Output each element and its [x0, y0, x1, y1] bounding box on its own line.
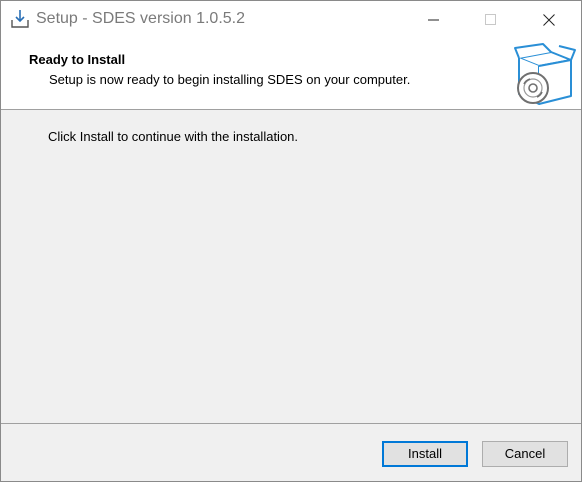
install-button[interactable]: Install: [382, 441, 468, 467]
close-icon: [543, 14, 555, 26]
page-title: Ready to Install: [29, 52, 126, 67]
title-bar[interactable]: Setup - SDES version 1.0.5.2: [1, 1, 581, 38]
cancel-button[interactable]: Cancel: [482, 441, 568, 467]
close-button[interactable]: [526, 1, 572, 38]
wizard-header: Ready to Install Setup is now ready to b…: [1, 38, 581, 110]
window-title: Setup - SDES version 1.0.5.2: [36, 10, 245, 27]
maximize-button[interactable]: [468, 1, 514, 38]
minimize-icon: [428, 19, 439, 21]
maximize-icon: [485, 14, 496, 25]
setup-window: Setup - SDES version 1.0.5.2 Ready to In…: [0, 0, 582, 482]
install-message: Click Install to continue with the insta…: [48, 129, 299, 144]
minimize-button[interactable]: [411, 1, 457, 38]
box-with-disc-icon: [513, 42, 577, 106]
page-subtitle: Setup is now ready to begin installing S…: [49, 72, 411, 87]
footer-divider: [1, 423, 581, 424]
installer-download-icon: [10, 9, 30, 29]
